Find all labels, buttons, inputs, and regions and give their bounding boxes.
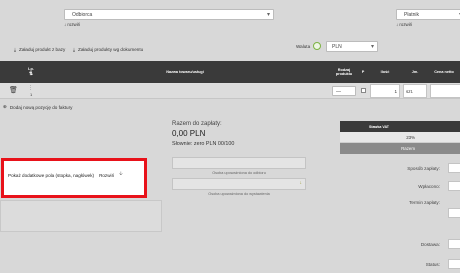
qty-value: 1: [394, 89, 397, 94]
payer-expand-label: rozwiń: [399, 22, 413, 27]
unit-value: szt.: [406, 89, 414, 94]
receiver-caption: Osoba upoważniona do odbioru: [212, 171, 266, 175]
load-by-document-label: Załaduj produkty wg dokumentu: [78, 47, 144, 52]
due-date-label: Termin zapłaty:: [409, 200, 440, 205]
currency-label: Waluta: [296, 44, 311, 49]
qty-input[interactable]: 1: [370, 84, 400, 98]
plus-circle-icon: ⊕: [3, 104, 7, 109]
delivery-select[interactable]: [448, 239, 460, 249]
download-icon: ⤓: [73, 47, 76, 52]
buyer-select-value: Odbiorca: [72, 12, 93, 18]
net-price-input[interactable]: [430, 84, 460, 98]
receiver-input[interactable]: [172, 157, 306, 169]
vat-rate-header: Stawka VAT: [340, 121, 418, 132]
payment-method-label: Sposób zapłaty:: [407, 166, 440, 171]
issuer-input[interactable]: ↓: [172, 178, 306, 190]
load-product-label: Załaduj produkt z bazy: [19, 47, 66, 52]
currency-toggle-icon[interactable]: [313, 42, 321, 50]
buyer-expand-label: rozwiń: [67, 22, 81, 27]
extra-fields-expand: Rozwiń: [99, 172, 115, 178]
extra-fields-label: Pokaż dodatkowe pola (stopka, nagłówek): [8, 172, 95, 178]
row-lp: 1: [30, 92, 33, 97]
payer-expand-link[interactable]: ↓ rozwiń: [396, 22, 412, 27]
add-position-button[interactable]: ⊕ Dodaj nową pozycję do faktury: [3, 104, 72, 110]
total-label: Razem do zapłaty:: [172, 121, 222, 127]
download-icon: ⤓: [14, 47, 17, 52]
due-date-input[interactable]: [448, 208, 460, 218]
chevron-down-icon: ▾: [266, 12, 270, 18]
total-value: 0,00 PLN: [172, 129, 206, 138]
unit-input[interactable]: szt.: [403, 84, 427, 98]
header-product-type: Rodzaj produktu: [330, 61, 358, 83]
row-handle-icon[interactable]: ⋮: [28, 85, 33, 91]
issuer-caption: Osoba upoważniona do wystawienia: [208, 192, 270, 196]
header-unit: Jm.: [402, 61, 428, 83]
header-name: Nazwa towaru/usługi: [40, 61, 330, 83]
header-net-price: Cena netto: [428, 61, 460, 83]
words-value: zero PLN 00/100: [193, 141, 235, 147]
load-by-document-button[interactable]: ⤓ Załaduj produkty wg dokumentu: [73, 47, 143, 52]
currency-select-value: PLN: [332, 44, 342, 50]
add-position-label: Dodaj nową pozycję do faktury: [9, 104, 73, 110]
amount-in-words: Słownie: zero PLN 00/100: [172, 141, 234, 147]
arrow-down-icon: 🡣: [119, 171, 123, 177]
payer-select[interactable]: Płatnik ▾: [396, 9, 460, 20]
notes-textarea[interactable]: [0, 200, 162, 232]
download-icon[interactable]: ↓: [300, 180, 303, 186]
product-type-select[interactable]: —: [332, 86, 356, 96]
vat-col2-header: [418, 121, 460, 132]
header-lp: Lp. ⇅: [22, 61, 40, 83]
header-p: P: [358, 61, 368, 83]
status-label: Status:: [425, 262, 440, 267]
header-trash-col: [0, 61, 22, 83]
header-qty: Ilość: [368, 61, 402, 83]
sort-icon[interactable]: ⇅: [29, 71, 33, 77]
status-select[interactable]: [448, 259, 460, 269]
product-type-value: —: [336, 89, 341, 95]
p-checkbox[interactable]: [361, 88, 366, 93]
delivery-label: Dostawa:: [420, 242, 440, 247]
payment-method-select[interactable]: [448, 163, 460, 173]
buyer-expand-link[interactable]: ↓ rozwiń: [64, 22, 80, 27]
words-label: Słownie:: [172, 141, 193, 147]
paid-input[interactable]: [448, 181, 460, 191]
extra-fields-toggle[interactable]: Pokaż dodatkowe pola (stopka, nagłówek) …: [8, 171, 123, 179]
vat-total-label: Razem: [401, 146, 415, 151]
product-name-input[interactable]: [40, 84, 330, 98]
vat-rate-value: 23%: [406, 135, 415, 140]
payer-select-value: Płatnik: [404, 12, 420, 18]
buyer-select[interactable]: Odbiorca ▾: [64, 9, 274, 20]
load-product-button[interactable]: ⤓ Załaduj produkt z bazy: [14, 47, 65, 52]
paid-label: Wpłacono:: [418, 184, 440, 189]
trash-icon[interactable]: 🗑: [9, 86, 18, 94]
chevron-down-icon: ▾: [370, 44, 374, 50]
currency-select[interactable]: PLN ▾: [326, 41, 378, 52]
